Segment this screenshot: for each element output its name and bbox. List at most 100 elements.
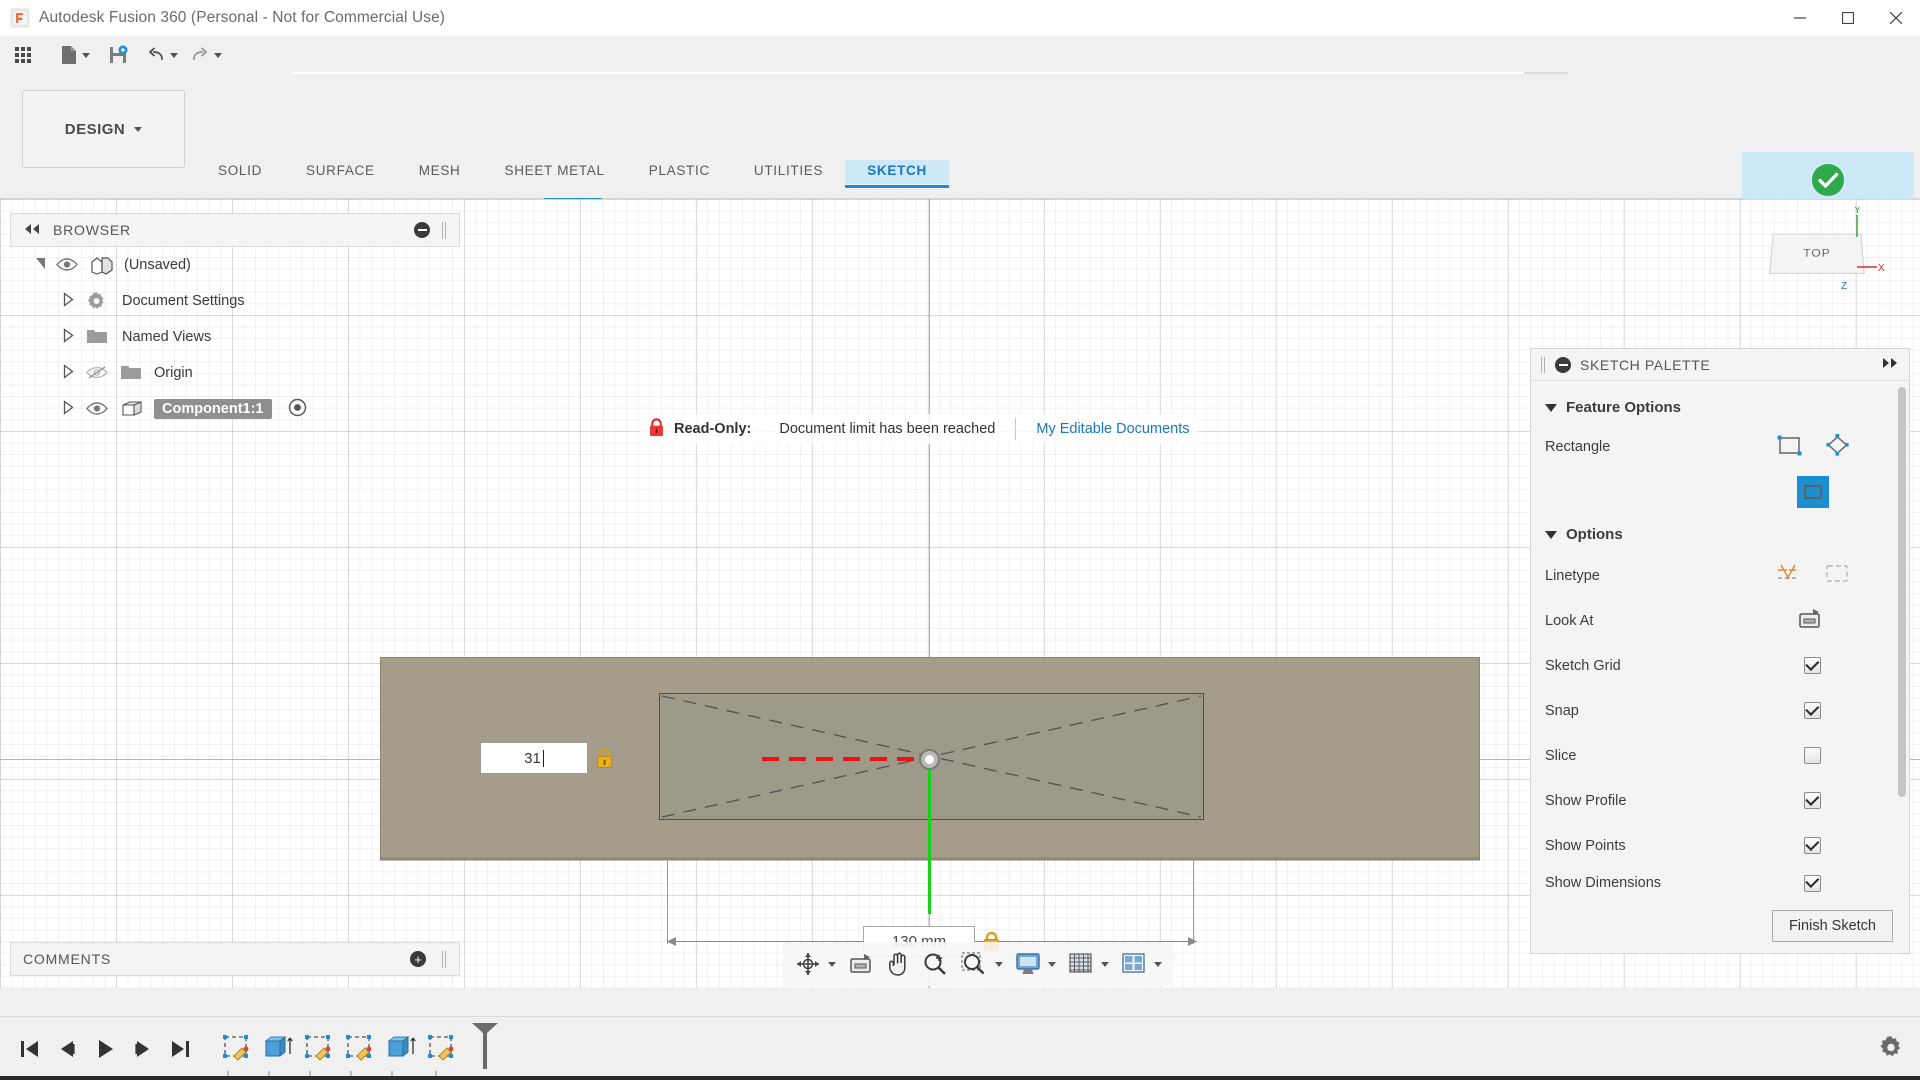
chevron-down-icon[interactable] (82, 52, 90, 58)
chevron-down-icon[interactable] (828, 961, 836, 967)
tab-utilities[interactable]: UTILITIES (732, 160, 845, 184)
chevron-down-icon[interactable] (1101, 961, 1109, 967)
app-grid-icon[interactable] (0, 36, 46, 74)
tab-surface[interactable]: SURFACE (284, 160, 397, 184)
palette-scrollbar[interactable] (1898, 387, 1906, 797)
timeline-sketch-feature[interactable] (220, 1032, 256, 1066)
lock-icon[interactable] (595, 748, 614, 769)
redo-icon[interactable] (184, 36, 228, 74)
palette-row-label: Look At (1545, 612, 1594, 629)
tab-sketch[interactable]: SKETCH (845, 160, 949, 188)
three-point-rectangle-icon[interactable] (1823, 433, 1853, 462)
browser-item-document-settings[interactable]: Document Settings (10, 283, 460, 319)
orbit-icon[interactable] (789, 944, 842, 984)
chevron-down-icon[interactable] (134, 126, 143, 132)
chevron-down-icon[interactable] (214, 52, 222, 58)
comments-panel[interactable]: COMMENTS + (10, 942, 460, 976)
activate-component-icon[interactable] (288, 398, 307, 421)
snap-checkbox[interactable] (1804, 702, 1821, 719)
panel-resize-grip[interactable] (442, 221, 447, 239)
tab-sheet-metal[interactable]: SHEET METAL (483, 160, 627, 184)
view-cube-axis-triad: Y X Z (1841, 207, 1885, 292)
zoom-window-icon[interactable] (954, 944, 1009, 984)
viewports-icon[interactable] (1115, 944, 1168, 984)
play-button[interactable] (86, 1028, 124, 1070)
step-forward-button[interactable] (124, 1028, 162, 1070)
visibility-off-eye-icon[interactable] (86, 365, 108, 381)
panel-resize-grip[interactable] (442, 950, 447, 968)
workspace-switcher[interactable]: DESIGN (22, 90, 185, 168)
grid-snaps-icon[interactable] (1062, 944, 1115, 984)
browser-item-named-views[interactable]: Named Views (10, 319, 460, 355)
pan-icon[interactable] (880, 944, 916, 984)
expand-arrow-icon[interactable] (62, 363, 86, 383)
dimension-input-group[interactable]: 31 (480, 742, 614, 774)
visibility-eye-icon[interactable] (56, 257, 78, 273)
document-icon (90, 255, 113, 275)
expand-arrow-icon[interactable] (62, 327, 86, 347)
section-options[interactable]: Options (1531, 516, 1909, 553)
section-feature-options[interactable]: Feature Options (1531, 389, 1909, 426)
my-editable-documents-link[interactable]: My Editable Documents (1036, 421, 1189, 437)
dimension-input-field[interactable]: 31 (480, 742, 588, 774)
minimize-icon[interactable] (414, 222, 430, 238)
look-at-icon[interactable] (1797, 607, 1823, 634)
display-settings-icon[interactable] (1009, 944, 1062, 984)
chevron-down-icon[interactable] (995, 961, 1003, 967)
sketch-grid-checkbox[interactable] (1804, 657, 1821, 674)
chevron-down-icon[interactable] (1154, 961, 1162, 967)
maximize-button[interactable] (1824, 0, 1872, 36)
add-comment-icon[interactable]: + (410, 951, 426, 967)
show-dimensions-checkbox[interactable] (1804, 874, 1821, 892)
save-icon[interactable] (98, 36, 138, 74)
step-back-button[interactable] (48, 1028, 86, 1070)
chevron-down-icon[interactable] (1048, 961, 1056, 967)
window-bottom-edge (0, 1076, 1920, 1080)
tab-plastic[interactable]: PLASTIC (627, 160, 732, 184)
show-points-checkbox[interactable] (1804, 837, 1821, 854)
expand-arrow-icon[interactable] (62, 291, 86, 311)
browser-item-component1[interactable]: Component1:1 (10, 391, 460, 427)
look-at-icon[interactable] (842, 944, 880, 984)
text-cursor (542, 749, 544, 767)
go-to-beginning-button[interactable] (10, 1028, 48, 1070)
chevron-down-icon[interactable] (1545, 403, 1557, 412)
timeline-sketch-feature[interactable] (343, 1032, 379, 1066)
view-cube[interactable]: TOP Y X Z (1769, 207, 1885, 292)
two-point-rectangle-icon[interactable] (1775, 433, 1805, 462)
expand-arrow-icon[interactable] (62, 399, 86, 419)
palette-row-label: Show Dimensions (1545, 875, 1662, 891)
visibility-eye-icon[interactable] (86, 401, 108, 417)
checkmark-icon (1812, 164, 1844, 196)
chevron-down-icon[interactable] (1545, 530, 1557, 539)
expand-arrow-icon[interactable] (34, 256, 56, 275)
collapse-left-icon[interactable] (23, 223, 41, 238)
show-profile-checkbox[interactable] (1804, 792, 1821, 809)
expand-right-icon[interactable] (1881, 357, 1899, 372)
timeline-extrude-feature[interactable] (261, 1032, 297, 1066)
timeline-sketch-feature[interactable] (302, 1032, 338, 1066)
chevron-down-icon[interactable] (170, 52, 178, 58)
sketch-origin-point[interactable] (919, 749, 940, 770)
panel-resize-grip[interactable] (1541, 356, 1546, 373)
minimize-icon[interactable] (1555, 356, 1571, 373)
timeline-extrude-feature[interactable] (384, 1032, 420, 1066)
undo-icon[interactable] (138, 36, 184, 74)
construction-line-icon[interactable] (1775, 561, 1805, 590)
finish-sketch-palette-button[interactable]: Finish Sketch (1771, 910, 1893, 942)
tab-mesh[interactable]: MESH (397, 160, 483, 184)
center-rectangle-icon[interactable] (1797, 476, 1829, 508)
close-button[interactable] (1872, 0, 1920, 36)
timeline-playhead-marker[interactable] (470, 1021, 500, 1071)
zoom-icon[interactable] (916, 944, 954, 984)
browser-item-origin[interactable]: Origin (10, 355, 460, 391)
slice-checkbox[interactable] (1804, 747, 1821, 764)
go-to-end-button[interactable] (162, 1028, 200, 1070)
tab-solid[interactable]: SOLID (196, 160, 284, 184)
browser-item-unsaved[interactable]: (Unsaved) (10, 247, 460, 283)
minimize-button[interactable] (1776, 0, 1824, 36)
timeline-sketch-feature[interactable] (425, 1032, 461, 1066)
gear-icon[interactable] (1878, 1035, 1904, 1064)
centerline-icon[interactable] (1823, 561, 1853, 590)
new-document-icon[interactable] (46, 36, 98, 74)
